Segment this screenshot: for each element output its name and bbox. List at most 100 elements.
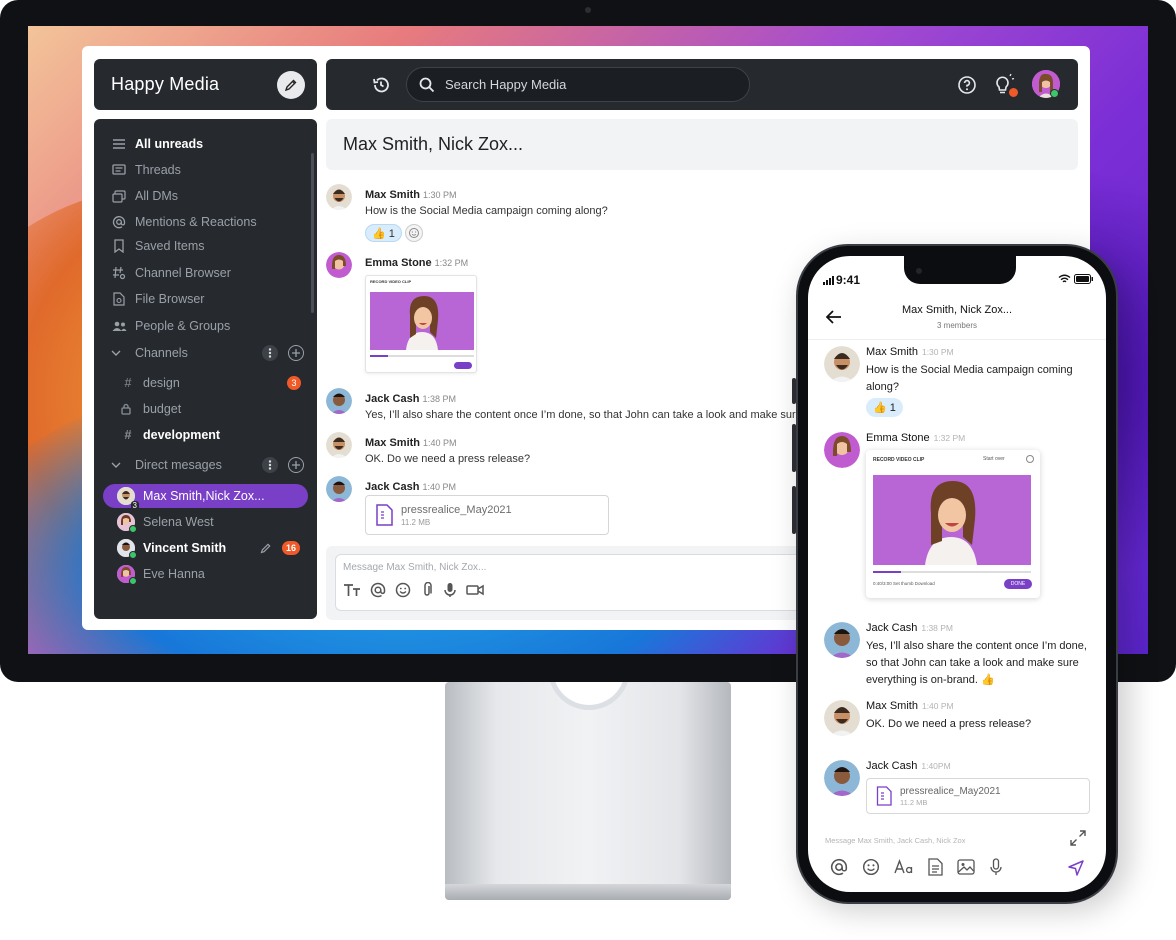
sidebar-item-saved-items[interactable]: Saved Items [111,236,204,256]
channel-item-budget[interactable]: budget [121,399,301,419]
message-time: 1:40PM [921,761,951,771]
sidebar-item-file-browser[interactable]: File Browser [111,289,204,309]
reaction-chip[interactable]: 👍 1 [866,398,903,417]
phone-device: 9:41 Max Smith, Nick Zox... 3 members Ma… [792,244,1118,904]
hash-icon: # [124,376,132,390]
file-attachment[interactable]: pressrealice_May2021 11.2 MB [365,495,609,535]
add-reaction-button[interactable] [405,224,423,242]
dm-item-selena-west[interactable]: Selena West [103,510,308,534]
sidebar-item-channel-browser[interactable]: Channel Browser [111,263,231,283]
product-showcase: Happy Media Search Happy Media All unrea… [0,0,1176,940]
done-button[interactable]: DONE [1004,579,1032,589]
more-options-icon[interactable] [262,457,278,473]
text-format-icon[interactable] [343,582,361,598]
channel-name: design [143,376,180,390]
channel-item-design[interactable]: # design 3 [121,373,301,393]
dm-item-vincent-smith[interactable]: Vincent Smith 16 [103,536,308,560]
search-icon [419,77,435,92]
sidebar-item-label: File Browser [135,292,205,306]
dm-name: Eve Hanna [143,567,205,581]
video-clip-card[interactable]: RECORD VIDEO CLIP [365,275,477,373]
compose-button[interactable] [277,70,305,99]
done-button[interactable] [454,362,472,369]
composer-toolbar [343,582,484,598]
emoji-icon[interactable] [395,582,411,598]
at-icon [111,214,127,230]
help-button[interactable] [956,74,978,96]
workspace-name: Happy Media [111,74,220,94]
phone-message: Jack Cash 1:38 PM Yes, I’ll also share th… [824,622,1096,692]
sidebar-item-label: All unreads [135,137,204,151]
camera-icon [585,7,591,13]
sidebar-scrollbar[interactable] [311,153,314,313]
online-status-dot [1050,89,1059,98]
avatar [824,622,860,658]
dm-name: Max Smith,Nick Zox... [143,489,265,503]
avatar [117,565,137,585]
avatar [824,432,860,468]
history-button[interactable] [370,74,392,96]
dm-item-eve-hanna[interactable]: Eve Hanna [103,562,308,586]
add-channel-icon[interactable] [288,345,304,361]
at-icon[interactable] [370,582,386,598]
video-thumbnail[interactable] [370,292,474,350]
video-call-icon[interactable] [466,583,484,597]
close-icon[interactable] [1026,455,1034,463]
dm-item-max-smith-nick-zox[interactable]: 3 Max Smith,Nick Zox... [103,484,308,510]
reaction-chip[interactable]: 👍 1 [365,224,402,242]
sidebar-item-people-groups[interactable]: People & Groups [111,316,230,336]
file-attachment[interactable]: pressrealice_May2021 11.2 MB [866,778,1090,814]
sidebar-item-all-unreads[interactable]: All unreads [111,134,203,154]
channels-section-header[interactable]: Channels [111,343,304,363]
expand-composer-button[interactable] [1070,830,1086,846]
wifi-icon [1058,274,1071,283]
message-time: 1:40 PM [422,482,456,492]
sidebar: All unreads Threads All DMs Mentions & R… [94,119,317,619]
hash-icon: # [124,428,132,442]
video-thumbnail[interactable] [873,475,1031,565]
help-icon [958,76,976,94]
more-options-icon[interactable] [262,345,278,361]
dms-section-header[interactable]: Direct mesages [111,455,304,475]
avatar [117,539,137,559]
avatar [326,388,352,414]
phone-chat-title: Max Smith, Nick Zox... [901,304,1013,316]
dm-name: Vincent Smith [143,541,227,555]
sidebar-item-mentions[interactable]: Mentions & Reactions [111,212,257,232]
file-browser-icon [111,291,127,307]
document-icon[interactable] [928,858,943,876]
send-button[interactable] [1068,860,1084,876]
video-controls[interactable]: 0:40/3:00 Set thumb Download [873,581,935,586]
search-input[interactable]: Search Happy Media [406,67,750,102]
clip-title: RECORD VIDEO CLIP [370,279,412,284]
channel-name: budget [143,402,182,416]
sidebar-item-all-dms[interactable]: All DMs [111,186,178,206]
phone-notch [904,256,1016,284]
file-size: 11.2 MB [401,517,431,527]
avatar [326,476,352,502]
add-dm-icon[interactable] [288,457,304,473]
text-format-icon[interactable] [894,859,914,875]
message-time: 1:30 PM [921,347,954,357]
video-clip-card[interactable]: RECORD VIDEO CLIP Start over 0:40/3:00 S… [866,450,1040,598]
emoji-icon[interactable] [862,858,880,876]
message-author: Jack Cash 1:38 PM [365,393,456,405]
online-status-dot [129,577,137,585]
sidebar-item-threads[interactable]: Threads [111,160,181,180]
monitor-stand [445,682,731,900]
file-name: pressrealice_May2021 [401,503,512,516]
channel-item-development[interactable]: # development [121,425,301,445]
start-over-button[interactable]: Start over [983,456,1005,462]
microphone-icon[interactable] [443,582,457,598]
microphone-icon[interactable] [989,858,1003,876]
phone-message-input[interactable]: Message Max Smith, Jack Cash, Nick Zox [825,836,965,845]
attachment-icon[interactable] [420,582,434,598]
document-icon [376,504,393,526]
video-progress-bar[interactable] [370,355,474,357]
video-progress-bar[interactable] [873,571,1031,573]
avatar [326,432,352,458]
notification-dot [1009,88,1018,97]
image-icon[interactable] [957,859,975,875]
at-icon[interactable] [830,858,848,876]
phone-member-count: 3 members [936,321,977,330]
